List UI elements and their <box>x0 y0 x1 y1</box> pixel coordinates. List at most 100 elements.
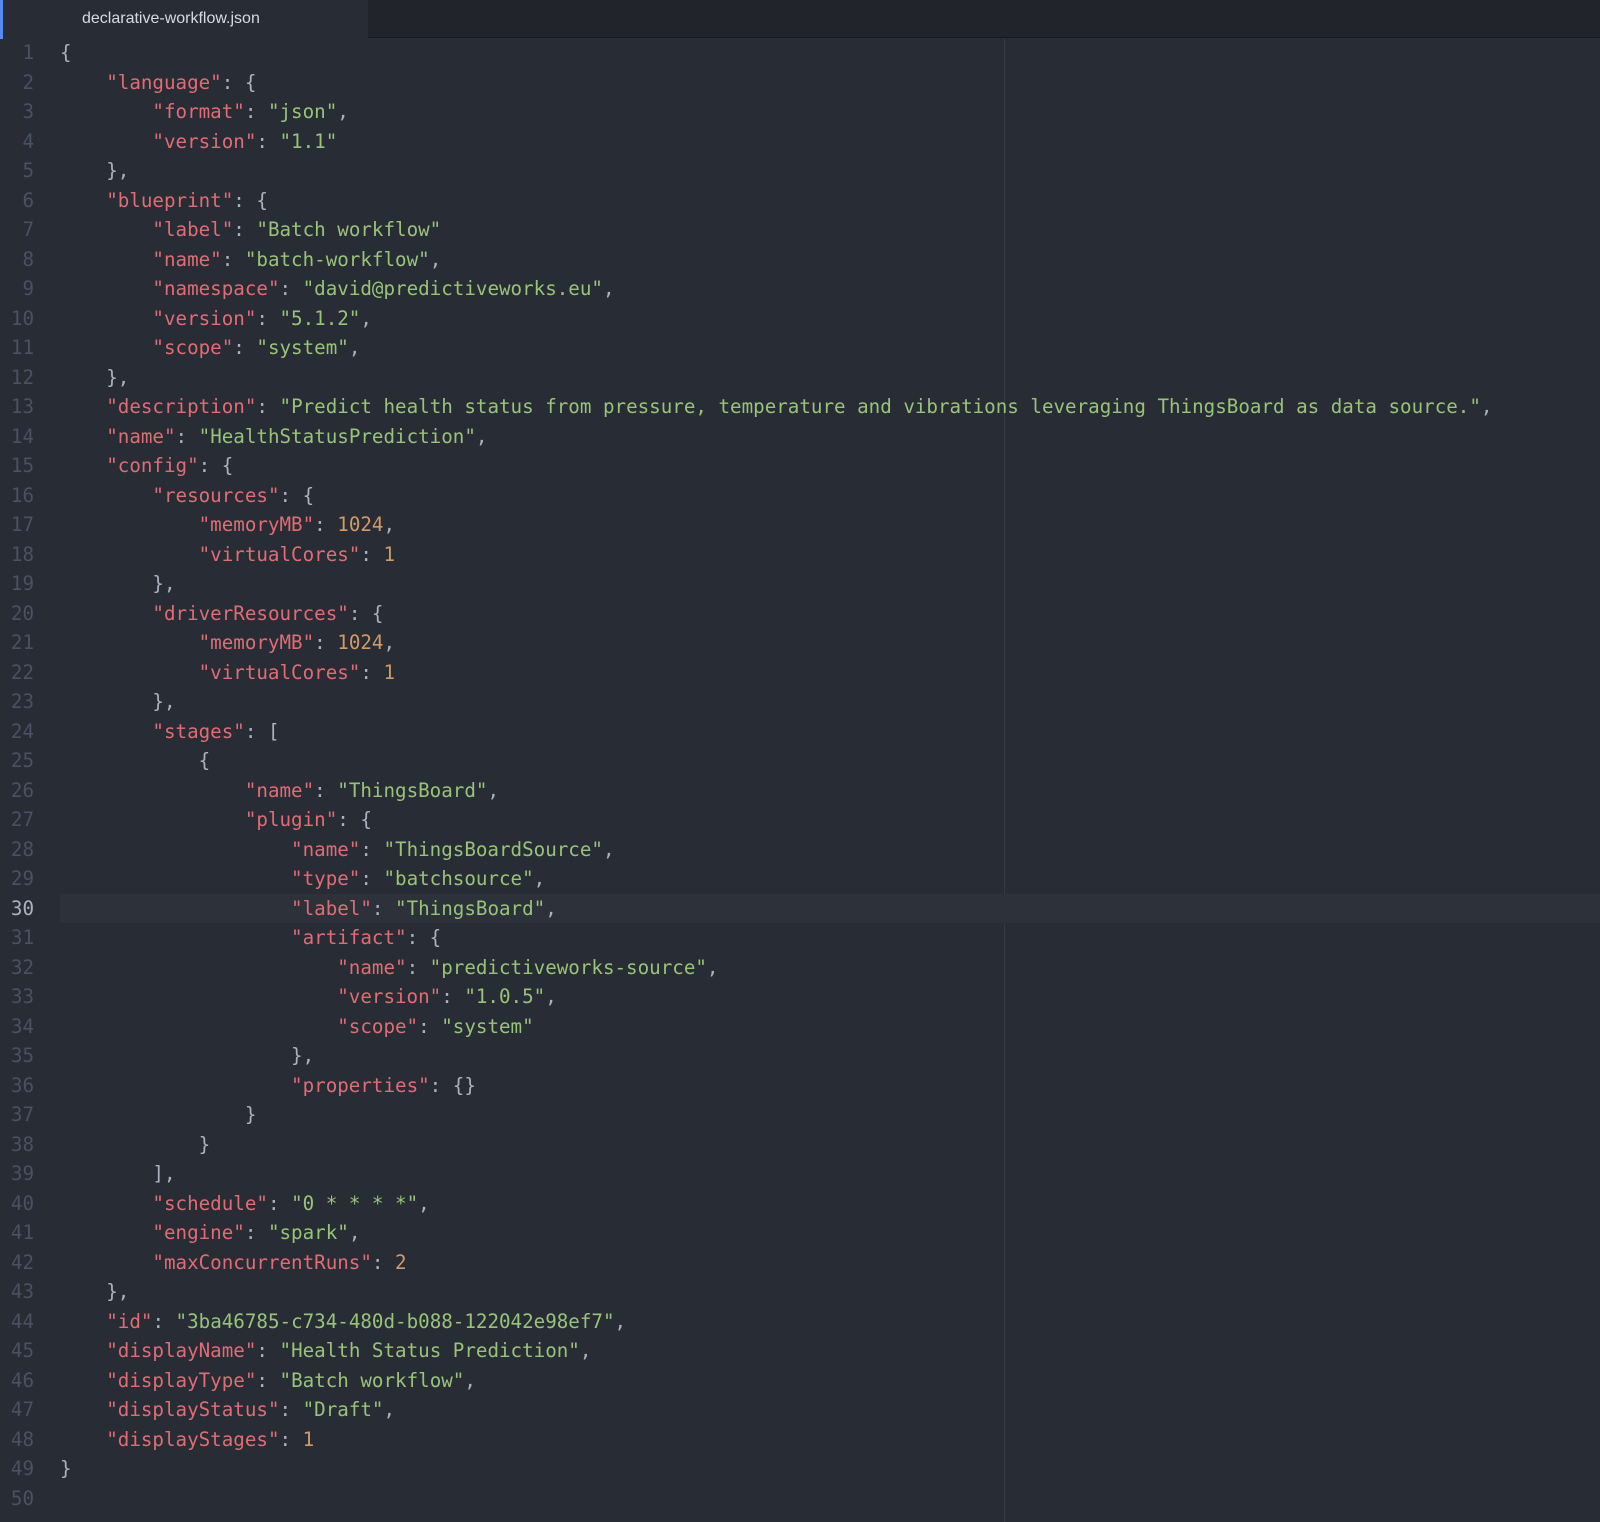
json-punctuation <box>60 867 291 890</box>
json-punctuation: : <box>267 1191 292 1215</box>
code-line[interactable]: 14 "name": "HealthStatusPrediction", <box>0 422 1600 452</box>
json-punctuation: , <box>602 837 615 861</box>
code-line[interactable]: 11 "scope": "system", <box>0 333 1600 363</box>
line-number: 39 <box>10 1162 34 1185</box>
json-punctuation <box>60 1015 337 1038</box>
code-text: "scope": "system", <box>60 333 1600 363</box>
code-line[interactable]: 18 "virtualCores": 1 <box>0 540 1600 570</box>
code-line[interactable]: 15 "config": { <box>0 451 1600 481</box>
code-line[interactable]: 37 } <box>0 1100 1600 1130</box>
json-punctuation: } <box>60 1103 257 1126</box>
code-line[interactable]: 10 "version": "5.1.2", <box>0 304 1600 334</box>
code-line[interactable]: 20 "driverResources": { <box>0 599 1600 629</box>
code-line[interactable]: 24 "stages": [ <box>0 717 1600 747</box>
code-area[interactable]: 1{2 "language": {3 "format": "json", 4 "v… <box>0 38 1600 1522</box>
json-punctuation <box>60 307 152 330</box>
json-punctuation <box>60 631 199 654</box>
json-punctuation <box>60 897 291 920</box>
json-punctuation: : <box>360 660 384 684</box>
json-punctuation: ], <box>60 1162 176 1185</box>
json-punctuation <box>60 100 152 123</box>
code-line[interactable]: 32 "name": "predictiveworks-source", <box>0 953 1600 983</box>
code-line[interactable]: 13 "description": "Predict health status… <box>0 392 1600 422</box>
code-text: "namespace": "david@predictiveworks.eu", <box>60 274 1600 304</box>
code-line[interactable]: 2 "language": { <box>0 68 1600 98</box>
code-line[interactable]: 48 "displayStages": 1 <box>0 1425 1600 1455</box>
json-number: 1 <box>383 542 396 566</box>
json-punctuation: : { <box>221 70 257 94</box>
line-number: 27 <box>10 808 34 831</box>
code-line[interactable]: 4 "version": "1.1" <box>0 127 1600 157</box>
line-number: 9 <box>22 277 34 300</box>
code-line[interactable]: 26 "name": "ThingsBoard", <box>0 776 1600 806</box>
code-line[interactable]: 17 "memoryMB": 1024, <box>0 510 1600 540</box>
json-punctuation: , <box>614 1309 627 1333</box>
json-string: "1.0.5" <box>464 985 546 1008</box>
code-text: "version": "5.1.2", <box>60 304 1600 334</box>
code-line[interactable]: 7 "label": "Batch workflow" <box>0 215 1600 245</box>
code-line[interactable]: 33 "version": "1.0.5", <box>0 982 1600 1012</box>
line-number: 14 <box>10 424 34 448</box>
code-line[interactable]: 9 "namespace": "david@predictiveworks.eu… <box>0 274 1600 304</box>
code-line[interactable]: 12 }, <box>0 363 1600 393</box>
code-text: }, <box>60 363 1600 393</box>
code-line[interactable]: 41 "engine": "spark", <box>0 1218 1600 1248</box>
json-punctuation: , <box>545 896 557 920</box>
code-text: { <box>60 746 1600 776</box>
json-punctuation: : { <box>348 601 384 625</box>
json-punctuation: : <box>360 837 384 861</box>
code-line[interactable]: 28 "name": "ThingsBoardSource", <box>0 835 1600 865</box>
code-text: "plugin": { <box>60 805 1600 835</box>
code-editor[interactable]: declarative-workflow.json 1{2 "language"… <box>0 0 1600 1522</box>
code-line[interactable]: 42 "maxConcurrentRuns": 2 <box>0 1248 1600 1278</box>
code-line[interactable]: 40 "schedule": "0 * * * *", <box>0 1189 1600 1219</box>
code-text: "language": { <box>60 68 1600 98</box>
code-text: "memoryMB": 1024, <box>60 628 1600 658</box>
code-line[interactable]: 44 "id": "3ba46785-c734-480d-b088-122042… <box>0 1307 1600 1337</box>
json-punctuation: : <box>256 395 280 418</box>
code-line[interactable]: 6 "blueprint": { <box>0 186 1600 216</box>
code-text: "blueprint": { <box>60 186 1600 216</box>
code-text: "version": "1.0.5", <box>60 982 1600 1012</box>
json-punctuation: : {} <box>429 1073 476 1097</box>
code-line[interactable]: 39 ], <box>0 1159 1600 1189</box>
code-text: "displayStatus": "Draft", <box>60 1395 1600 1425</box>
code-line[interactable]: 31 "artifact": { <box>0 923 1600 953</box>
code-line[interactable]: 16 "resources": { <box>0 481 1600 511</box>
code-line[interactable]: 3 "format": "json", <box>0 97 1600 127</box>
code-line[interactable]: 1{ <box>0 38 1600 68</box>
code-line[interactable]: 25 { <box>0 746 1600 776</box>
json-punctuation <box>60 1398 106 1421</box>
code-line[interactable]: 30 "label": "ThingsBoard", <box>0 893 1600 923</box>
code-line[interactable]: 22 "virtualCores": 1 <box>0 658 1600 688</box>
line-number: 5 <box>22 159 34 182</box>
code-line[interactable]: 21 "memoryMB": 1024, <box>0 628 1600 658</box>
json-punctuation: : <box>221 247 245 271</box>
code-line[interactable]: 23 }, <box>0 687 1600 717</box>
json-punctuation: }, <box>60 159 130 182</box>
code-line[interactable]: 36 "properties": {} <box>0 1071 1600 1101</box>
code-line[interactable]: 35 }, <box>0 1041 1600 1071</box>
json-punctuation: : <box>360 542 384 566</box>
code-line[interactable]: 46 "displayType": "Batch workflow", <box>0 1366 1600 1396</box>
code-line[interactable]: 5 }, <box>0 156 1600 186</box>
line-number: 12 <box>10 365 34 389</box>
code-line[interactable]: 47 "displayStatus": "Draft", <box>0 1395 1600 1425</box>
code-line[interactable]: 49} <box>0 1454 1600 1484</box>
code-line[interactable]: 45 "displayName": "Health Status Predict… <box>0 1336 1600 1366</box>
code-line[interactable]: 50 <box>0 1484 1600 1514</box>
code-line[interactable]: 27 "plugin": { <box>0 805 1600 835</box>
code-line[interactable]: 38 } <box>0 1130 1600 1160</box>
code-line[interactable]: 43 }, <box>0 1277 1600 1307</box>
code-text: }, <box>60 156 1600 186</box>
code-line[interactable]: 19 }, <box>0 569 1600 599</box>
code-line[interactable]: 34 "scope": "system" <box>0 1012 1600 1042</box>
code-line[interactable]: 8 "name": "batch-workflow", <box>0 245 1600 275</box>
json-key: "name" <box>244 778 315 802</box>
tab-declarative-workflow-json[interactable]: declarative-workflow.json <box>0 0 368 39</box>
code-line[interactable]: 29 "type": "batchsource", <box>0 864 1600 894</box>
code-text: "displayName": "Health Status Prediction… <box>60 1336 1600 1366</box>
json-key: "version" <box>152 129 257 153</box>
json-key: "plugin" <box>244 808 338 831</box>
json-punctuation <box>60 277 152 300</box>
